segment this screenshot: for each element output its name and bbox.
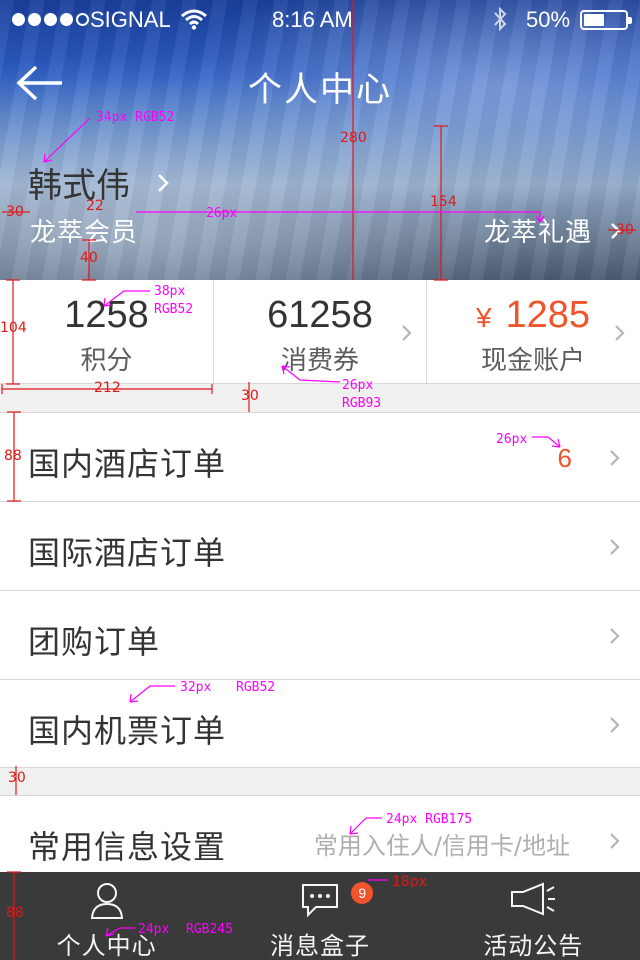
domestic-hotel-orders-item[interactable]: 国内酒店订单 6 [0, 412, 640, 501]
annotation-bottom-gap: 40 [80, 250, 98, 266]
annotation-badge-size: 18px [392, 874, 427, 890]
annotation-text-size: 26px [206, 206, 238, 221]
annotation-right-margin: 30 [616, 222, 634, 238]
user-name: 韩式伟 [28, 166, 130, 206]
carrier-name: SIGNAL [90, 7, 171, 32]
member-perks-link[interactable]: 龙萃礼遇 [484, 212, 622, 249]
tab-label: 活动公告 [483, 932, 584, 960]
person-icon [90, 883, 123, 919]
chevron-right-icon [610, 539, 620, 555]
annotation-menu-size: 32px [180, 680, 212, 695]
account-stats: 1258 积分 61258 消费券 ¥1285 现金账户 [0, 280, 640, 384]
settings-list: 常用信息设置 常用入住人/信用卡/地址 [0, 795, 640, 884]
annotation-section-gap: 30 [241, 388, 259, 404]
annotation-hint-spec: 24px RGB175 [386, 812, 473, 827]
annotation-tab-size: 24px [138, 922, 170, 937]
group-buy-orders-item[interactable]: 团购订单 [0, 590, 640, 679]
vouchers-stat[interactable]: 61258 消费券 [213, 280, 426, 384]
list-item-label: 团购订单 [28, 623, 161, 661]
order-count-badge: 6 [557, 443, 572, 473]
chevron-right-icon [610, 717, 620, 733]
annotation-badge-spec: 26px [496, 432, 528, 447]
battery-percentage: 50% [526, 7, 571, 32]
member-perks-label: 龙萃礼遇 [483, 218, 592, 248]
bluetooth-icon [494, 6, 507, 32]
tab-bar: 个人中心 9 消息盒子 活动公告 [0, 872, 640, 960]
vouchers-label: 消费券 [280, 346, 359, 376]
battery-level [584, 14, 604, 26]
annotation-label-size: 26px [342, 378, 374, 393]
list-item-label: 国内机票订单 [28, 712, 227, 750]
international-hotel-orders-item[interactable]: 国际酒店订单 [0, 501, 640, 590]
annotation-name-spec: 34px RGB52 [96, 110, 175, 125]
tab-announcements[interactable]: 活动公告 [427, 872, 640, 960]
unread-count-badge: 9 [351, 882, 374, 904]
annotation-left-margin: 30 [6, 204, 24, 220]
cash-account-value: ¥1285 [427, 294, 639, 337]
annotation-menu-color: RGB52 [236, 680, 276, 695]
list-item-label: 国内酒店订单 [28, 445, 227, 483]
status-time: 8:16 AM [272, 7, 353, 32]
cash-amount: 1285 [505, 294, 591, 336]
chevron-right-icon [610, 628, 620, 644]
chat-bubble-icon [301, 884, 338, 918]
battery-icon [580, 10, 632, 30]
chevron-right-icon [402, 325, 412, 341]
member-level: 龙萃会员 [30, 218, 139, 248]
annotation-hero-lower-height: 154 [430, 194, 457, 210]
megaphone-icon [511, 882, 556, 916]
tab-label: 消息盒子 [269, 932, 370, 960]
chevron-right-icon [158, 173, 169, 192]
annotation-tab-height: 88 [6, 905, 24, 921]
cash-account-label: 现金账户 [480, 346, 585, 376]
page-title: 个人中心 [248, 70, 392, 110]
wifi-icon [181, 9, 207, 30]
order-list: 国内酒店订单 6 国际酒店订单 团购订单 国内机票订单 [0, 412, 640, 768]
cash-account-stat[interactable]: ¥1285 现金账户 [426, 280, 639, 384]
list-item-label: 国际酒店订单 [28, 534, 227, 572]
annotation-label-color: RGB93 [342, 396, 382, 411]
tab-label: 个人中心 [56, 932, 157, 960]
annotation-section-gap-2: 30 [8, 770, 26, 786]
annotation-hero-height: 280 [340, 130, 367, 146]
settings-hint: 常用入住人/信用卡/地址 [313, 832, 570, 860]
points-label: 积分 [80, 346, 133, 376]
chevron-right-icon [610, 833, 620, 849]
domestic-flight-orders-item[interactable]: 国内机票订单 [0, 679, 640, 768]
annotation-stats-value-color: RGB52 [154, 302, 194, 317]
currency-symbol: ¥ [475, 302, 492, 333]
chevron-right-icon [615, 325, 625, 341]
signal-strength-icon [12, 13, 89, 26]
tab-personal-center[interactable]: 个人中心 [0, 872, 213, 960]
annotation-stat-width: 212 [94, 380, 121, 396]
annotation-stats-height: 104 [0, 320, 27, 336]
vouchers-value: 61258 [267, 294, 373, 336]
frequent-info-settings-item[interactable]: 常用信息设置 常用入住人/信用卡/地址 [0, 795, 640, 884]
status-bar: SIGNAL 8:16 AM 50% [0, 0, 640, 40]
annotation-name-gap: 22 [86, 198, 104, 214]
annotation-row-height: 88 [4, 448, 22, 464]
annotation-stats-value-size: 38px [154, 284, 186, 299]
chevron-right-icon [610, 450, 620, 466]
annotation-tab-color: RGB245 [186, 922, 233, 937]
list-item-label: 常用信息设置 [28, 828, 227, 866]
